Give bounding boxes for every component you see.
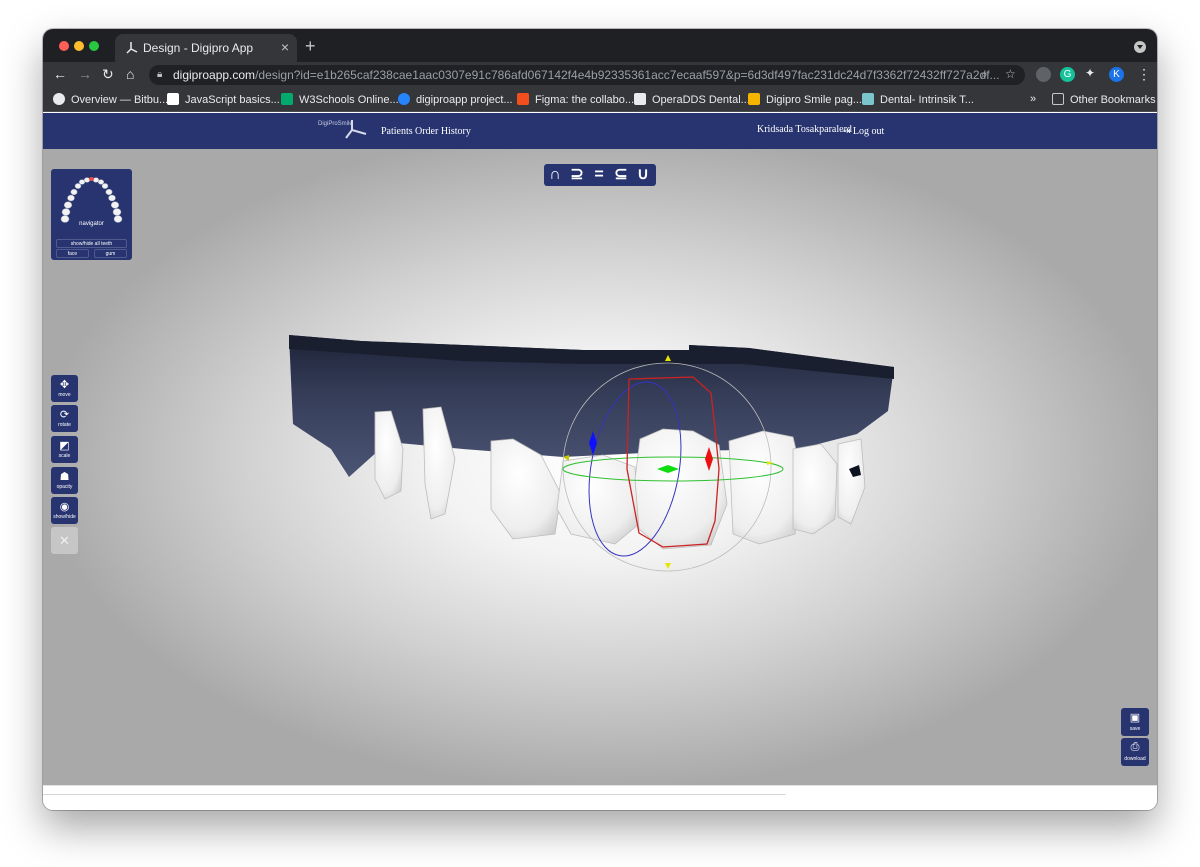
rotate-button[interactable]: ⟳ rotate bbox=[51, 405, 78, 432]
tab-title: Design - Digipro App bbox=[143, 41, 254, 55]
slides-icon bbox=[748, 93, 760, 105]
tooth-right-canine[interactable] bbox=[792, 443, 838, 535]
scale-icon: ◩ bbox=[59, 440, 70, 452]
bookmark-digipro-smile[interactable]: Digipro Smile pag... bbox=[748, 93, 862, 106]
close-window-button[interactable] bbox=[59, 41, 69, 51]
download-icon: ⎙ bbox=[1130, 741, 1140, 753]
digipro-logo-icon bbox=[126, 42, 138, 54]
close-icon: ✕ bbox=[59, 533, 70, 548]
delete-button[interactable]: ✕ bbox=[51, 527, 78, 554]
browser-toolbar: ← → ↻ ⌂ 🔒︎ digiproapp.com/design?id=e1b2… bbox=[43, 62, 1157, 87]
new-tab-button[interactable]: + bbox=[305, 36, 316, 57]
browser-window: Design - Digipro App × + ← → ↻ ⌂ 🔒︎ digi… bbox=[43, 29, 1157, 810]
status-bar bbox=[43, 785, 1157, 810]
extensions-puzzle-icon[interactable]: ✦ bbox=[1085, 66, 1095, 80]
maximize-window-button[interactable] bbox=[89, 41, 99, 51]
tab-search-icon[interactable] bbox=[1134, 41, 1146, 53]
nav-order-history[interactable]: Order History bbox=[415, 126, 471, 137]
home-icon[interactable]: ⌂ bbox=[126, 66, 134, 82]
gizmo-yellow-handle-bottom[interactable] bbox=[665, 563, 671, 569]
folder-icon bbox=[1052, 93, 1064, 105]
tooth-right-premolar[interactable] bbox=[837, 438, 866, 525]
address-bar[interactable]: 🔒︎ digiproapp.com/design?id=e1b265caf238… bbox=[149, 65, 1025, 85]
mdn-icon bbox=[167, 93, 179, 105]
teeth-3d-model[interactable] bbox=[43, 149, 1157, 785]
logout-button[interactable]: ⇥ Log out bbox=[842, 126, 884, 137]
move-button[interactable]: ✥ move bbox=[51, 375, 78, 402]
tab-close-icon[interactable]: × bbox=[281, 39, 289, 55]
scale-button[interactable]: ◩ scale bbox=[51, 436, 78, 463]
tab-design[interactable]: Design - Digipro App × bbox=[115, 34, 297, 62]
divider bbox=[43, 794, 786, 795]
grammarly-icon[interactable]: G bbox=[1060, 67, 1075, 82]
figma-icon bbox=[517, 93, 529, 105]
zoom-icon[interactable]: ⌕ bbox=[981, 67, 988, 82]
tab-bar: Design - Digipro App × + bbox=[43, 29, 1157, 62]
design-viewport[interactable]: navigator show/hide all teeth face gum ∩… bbox=[43, 149, 1157, 785]
w3schools-icon bbox=[281, 93, 293, 105]
app-logo[interactable]: DigiProSmile bbox=[318, 120, 367, 139]
bookmark-star-icon[interactable]: ☆ bbox=[1005, 67, 1016, 81]
rotate-icon: ⟳ bbox=[59, 409, 70, 421]
bookmark-w3schools[interactable]: W3Schools Online... bbox=[281, 93, 399, 106]
document-icon bbox=[634, 93, 646, 105]
forward-icon[interactable]: → bbox=[78, 66, 92, 82]
user-name: Kridsada Tosakparalerd bbox=[757, 124, 852, 135]
logout-icon: ⇥ bbox=[842, 126, 851, 137]
nav-patients[interactable]: Patients bbox=[381, 126, 413, 137]
bookmark-dental-intrinsik[interactable]: Dental- Intrinsik T... bbox=[862, 93, 974, 106]
app-header: DigiProSmile Patients Order History Krid… bbox=[43, 113, 1157, 149]
url-text: digiproapp.com/design?id=e1b265caf238cae… bbox=[173, 68, 1000, 82]
bookmark-bitbucket[interactable]: Overview — Bitbu... bbox=[53, 93, 168, 106]
ghost-icon: ☗ bbox=[59, 471, 70, 483]
jira-icon bbox=[398, 93, 410, 105]
globe-icon bbox=[53, 93, 65, 105]
bookmark-jira[interactable]: digiproapp project... bbox=[398, 93, 513, 106]
tooth-right-lateral[interactable] bbox=[728, 430, 804, 545]
url-path: /design?id=e1b265caf238cae1aac0307e91c78… bbox=[255, 68, 1000, 82]
opacity-button[interactable]: ☗ opacity bbox=[51, 467, 78, 494]
lock-icon: 🔒︎ bbox=[157, 69, 163, 80]
minimize-window-button[interactable] bbox=[74, 41, 84, 51]
eye-icon: ◉ bbox=[59, 501, 70, 513]
url-host: digiproapp.com bbox=[173, 68, 256, 82]
download-button[interactable]: ⎙ download bbox=[1121, 738, 1149, 766]
bookmark-operadds[interactable]: OperaDDS Dental... bbox=[634, 93, 750, 106]
bookmarks-overflow-button[interactable]: » bbox=[1030, 93, 1036, 105]
move-icon: ✥ bbox=[59, 379, 70, 391]
reload-icon[interactable]: ↻ bbox=[102, 66, 114, 83]
bookmark-javascript[interactable]: JavaScript basics... bbox=[167, 93, 280, 106]
show-hide-button[interactable]: ◉ show/hide bbox=[51, 497, 78, 524]
save-button[interactable]: ▣ save bbox=[1121, 708, 1149, 736]
digipro-logo-icon bbox=[345, 120, 367, 139]
bookmarks-bar: Overview — Bitbu... JavaScript basics...… bbox=[43, 87, 1157, 112]
other-bookmarks[interactable]: Other Bookmarks bbox=[1052, 93, 1156, 106]
image-icon bbox=[862, 93, 874, 105]
back-icon[interactable]: ← bbox=[53, 66, 67, 82]
save-icon: ▣ bbox=[1129, 712, 1141, 724]
extension-s-icon[interactable] bbox=[1036, 67, 1051, 82]
profile-avatar[interactable]: K bbox=[1109, 67, 1124, 82]
browser-menu-icon[interactable]: ⋮ bbox=[1137, 66, 1151, 83]
bookmark-figma[interactable]: Figma: the collabo... bbox=[517, 93, 634, 106]
